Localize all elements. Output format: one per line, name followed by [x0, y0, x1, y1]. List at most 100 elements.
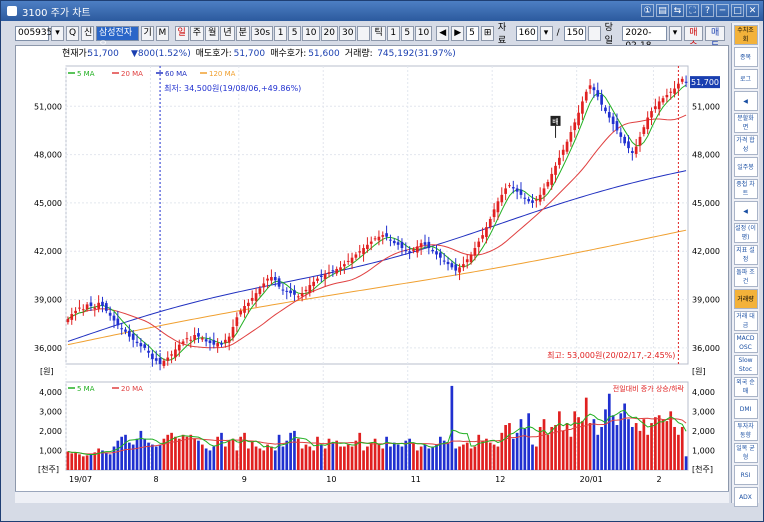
prev-icon[interactable]: ◀ — [436, 25, 450, 41]
candle-body-126 — [550, 173, 554, 185]
sidebar-item-18[interactable]: 투자자 동향 — [733, 421, 758, 441]
candle-body-115 — [508, 185, 511, 187]
sidebar-item-3[interactable]: ◀ — [733, 91, 758, 111]
window-control-7[interactable]: ✕ — [746, 4, 759, 17]
code-dropdown-icon[interactable]: ▾ — [51, 25, 64, 41]
period-button-15[interactable]: 10 — [414, 25, 433, 41]
date-dropdown-icon[interactable]: ▾ — [668, 25, 682, 41]
sidebar-item-8[interactable]: ◀ — [733, 201, 758, 221]
sidebar-item-20[interactable]: RSI — [733, 465, 758, 485]
sidebar-item-5[interactable]: 가격 합성 — [733, 135, 758, 155]
candle-body-157 — [669, 91, 673, 93]
sidebar-item-21[interactable]: ADX — [733, 487, 758, 507]
window-control-0[interactable]: ① — [641, 4, 654, 17]
candle-body-18 — [135, 341, 139, 344]
quote-vol: 745,192(31.97%) — [377, 49, 456, 59]
m-button[interactable]: M — [155, 25, 169, 41]
sidebar-item-2[interactable]: 로그 — [733, 69, 758, 89]
period-button-6[interactable]: 1 — [274, 25, 288, 41]
candle-body-78 — [366, 244, 369, 249]
vol-bar-13 — [116, 440, 120, 470]
buy-button[interactable]: 매수 — [683, 25, 704, 51]
candle-body-52 — [266, 278, 269, 281]
window-control-4[interactable]: ? — [701, 4, 714, 17]
candle-body-3 — [78, 307, 81, 309]
data-count-dropdown-icon[interactable]: ▾ — [539, 25, 553, 41]
period-button-14[interactable]: 5 — [400, 25, 414, 41]
status-bar[interactable] — [15, 491, 729, 503]
ma20-line — [67, 114, 687, 349]
period-button-13[interactable]: 1 — [386, 25, 400, 41]
window-control-2[interactable]: ⇆ — [671, 4, 684, 17]
vol-bar-129 — [561, 430, 565, 470]
sidebar-item-7[interactable]: 중첩 차트 — [733, 179, 758, 199]
period-button-0[interactable]: 일 — [174, 25, 189, 41]
sidebar-item-16[interactable]: 외국 순매 — [733, 377, 758, 397]
sidebar-item-0[interactable]: 수치조회 — [733, 25, 758, 45]
candle-body-75 — [354, 254, 358, 258]
title-bar[interactable]: 3100 주가 차트 ① ▤ ⇆ ⛶? ─ □ ✕ — [1, 1, 763, 21]
period-button-3[interactable]: 년 — [220, 25, 235, 41]
sidebar-item-10[interactable]: 지표 설정 — [733, 245, 758, 265]
sidebar-item-4[interactable]: 분할화면 — [733, 113, 758, 133]
legend-label-2: 60 MA — [165, 70, 187, 78]
period-button-12[interactable]: 틱 — [371, 25, 386, 41]
indicator-sidebar: 수치조회 종목 로그 ◀ 분할화면 가격 합성 일주봉 중첩 차트 ◀ 설정 (이평) 지표 설정 돌… — [731, 23, 759, 507]
vol-bar-24 — [158, 444, 162, 470]
sidebar-item-9[interactable]: 설정 (이평) — [733, 223, 758, 243]
price-panel-frame — [65, 65, 689, 365]
sidebar-item-13[interactable]: 거래 대금 — [733, 311, 758, 331]
period-button-5[interactable]: 30s — [250, 25, 274, 41]
vol-bar-151 — [646, 434, 650, 470]
window-control-6[interactable]: □ — [731, 4, 744, 17]
stock-name-field[interactable]: 삼성전자우 — [96, 25, 139, 51]
sidebar-item-1[interactable]: 종목 — [733, 47, 758, 67]
data-icon[interactable]: ⊞ — [480, 25, 494, 41]
sidebar-item-19[interactable]: 일목 균형 — [733, 443, 758, 463]
vol-bar-159 — [677, 434, 680, 470]
period-button-10[interactable]: 30 — [338, 25, 357, 41]
window-control-3[interactable]: ⛶ — [686, 4, 699, 17]
vol-bar-101 — [454, 448, 458, 470]
candle-body-102 — [458, 267, 461, 273]
sell-button[interactable]: 매도 — [705, 25, 726, 51]
next-icon[interactable]: ▶ — [451, 25, 465, 41]
candle-body-92 — [419, 243, 423, 248]
price-chart[interactable]: 현재가:51,700 ▼800(1.52%) 매도호가: 51,700 매수호가: 51,… — [16, 46, 730, 502]
sidebar-item-14[interactable]: MACD OSC — [733, 333, 758, 353]
nav-count-input[interactable]: 5 — [466, 25, 479, 41]
period-button-7[interactable]: 5 — [288, 25, 302, 41]
period-button-2[interactable]: 월 — [205, 25, 220, 41]
candle-body-114 — [504, 188, 507, 194]
sidebar-item-6[interactable]: 일주봉 — [733, 157, 758, 177]
period-button-1[interactable]: 주 — [189, 25, 205, 41]
date-input[interactable]: 2020-02-18 — [622, 25, 667, 51]
period-button-9[interactable]: 20 — [320, 25, 338, 41]
window-control-1[interactable]: ▤ — [656, 4, 669, 17]
new-button[interactable]: 신 — [81, 25, 94, 41]
candle-body-30 — [181, 341, 185, 344]
sidebar-item-11[interactable]: 돌파 조건 — [733, 267, 758, 287]
chart-area[interactable]: 현재가: 51,700 ▼800(1.52%) 매도호가: 51,700 매수호가: 51,… — [15, 45, 729, 501]
window-control-5[interactable]: ─ — [716, 4, 729, 17]
vol-bar-31 — [185, 436, 189, 470]
data-count-select[interactable]: 160 — [515, 25, 538, 41]
x-label-4: 11 — [411, 475, 421, 484]
candle-body-25 — [162, 360, 166, 366]
period-button-8[interactable]: 10 — [302, 25, 320, 41]
sidebar-item-17[interactable]: DMI — [733, 399, 758, 419]
period-button-11[interactable] — [357, 25, 371, 41]
sidebar-item-15[interactable]: Slow Stoc — [733, 355, 758, 375]
search-button[interactable]: Q — [66, 25, 79, 41]
stock-code-input[interactable]: 005935 — [15, 25, 52, 41]
vol-bar-49 — [254, 446, 258, 470]
vol-bar-93 — [423, 444, 427, 470]
vol-bar-98 — [442, 440, 446, 470]
current-day-checkbox[interactable] — [587, 25, 601, 41]
vol-bar-79 — [369, 442, 373, 470]
sidebar-item-12[interactable]: 거래량 — [733, 289, 758, 309]
period-button-4[interactable]: 분 — [235, 25, 250, 41]
candle-body-32 — [189, 339, 193, 341]
gi-button[interactable]: 기 — [140, 25, 154, 41]
vol-bar-58 — [289, 432, 292, 470]
